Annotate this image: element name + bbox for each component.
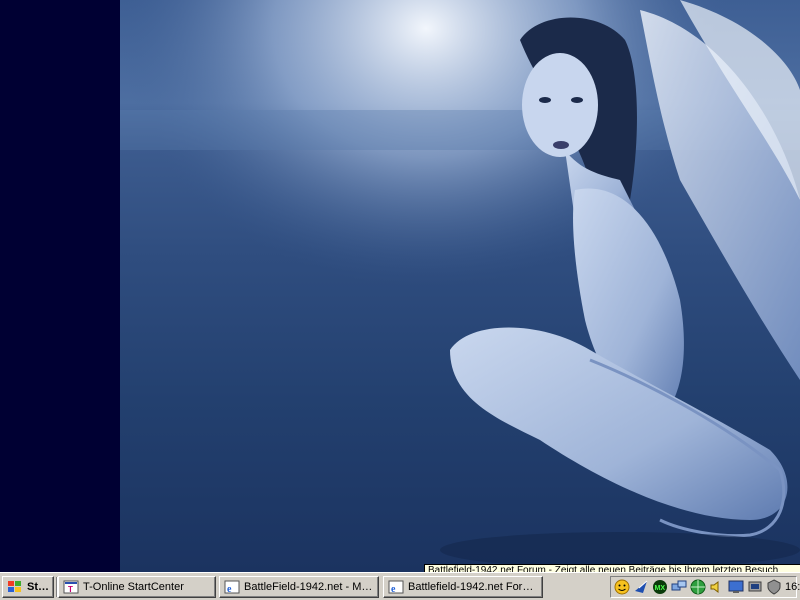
angel-wallpaper-image xyxy=(120,0,800,572)
svg-text:e: e xyxy=(391,584,396,595)
start-button[interactable]: Start xyxy=(2,576,54,598)
internet-explorer-icon: e xyxy=(388,579,404,595)
taskbar-button-battlefield-forum[interactable]: e Battlefield-1942.net Forum... xyxy=(383,576,543,598)
globe-icon[interactable] xyxy=(690,579,706,595)
desktop: Battlefield-1942.net Forum - Zeigt alle … xyxy=(0,0,800,573)
taskbar-button-t-online[interactable]: T T-Online StartCenter xyxy=(58,576,216,598)
windows-logo-icon xyxy=(7,580,23,594)
smiley-icon[interactable] xyxy=(614,579,630,595)
monitor-icon[interactable] xyxy=(747,579,763,595)
shield-icon[interactable] xyxy=(766,579,782,595)
taskbar-button-battlefield-micr[interactable]: e BattleField-1942.net - Micr... xyxy=(219,576,379,598)
bird-icon[interactable] xyxy=(633,579,649,595)
svg-text:T: T xyxy=(68,585,73,594)
start-label: Start xyxy=(27,581,49,593)
svg-text:e: e xyxy=(227,584,232,595)
mx-icon[interactable]: MX xyxy=(652,579,668,595)
taskbar: Start T T-Online StartCenter e BattleFie… xyxy=(0,572,800,600)
volume-icon[interactable] xyxy=(709,579,725,595)
taskbar-button-label: BattleField-1942.net - Micr... xyxy=(244,581,374,593)
clock[interactable]: 16:08 xyxy=(785,581,800,593)
desktop-left-band xyxy=(0,0,120,572)
display-icon[interactable] xyxy=(728,579,744,595)
network-icon[interactable] xyxy=(671,579,687,595)
taskbar-button-label: T-Online StartCenter xyxy=(83,581,184,593)
taskbar-button-label: Battlefield-1942.net Forum... xyxy=(408,581,538,593)
t-online-icon: T xyxy=(63,579,79,595)
system-tray: MX 16:08 xyxy=(610,576,800,598)
svg-text:MX: MX xyxy=(655,585,666,592)
wallpaper-image xyxy=(120,0,800,572)
internet-explorer-icon: e xyxy=(224,579,240,595)
